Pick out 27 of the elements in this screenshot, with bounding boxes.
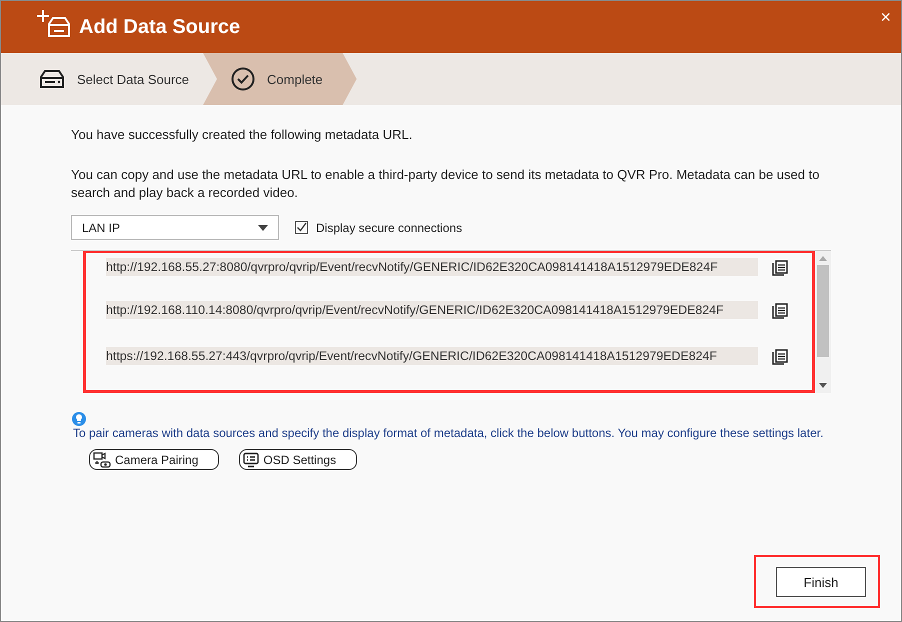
secure-checkbox[interactable]: Display secure connections: [295, 220, 462, 234]
tip-text: To pair cameras with data sources and specify the display format of metadata, click the below buttons. You may configure these settings later.: [73, 426, 824, 441]
check-circle-icon: [231, 67, 256, 91]
success-message: You have successfully created the following metadata URL.: [71, 127, 414, 142]
metadata-url: https://192.168.55.27:443/qvrpro/qvrip/Event/recvNotify/GENERIC/ID62E320CA098141418A1512979EDE824F: [106, 347, 758, 365]
step-label: Select Data Source: [77, 72, 190, 86]
metadata-url: http://192.168.110.14:8080/qvrpro/qvrip/Event/recvNotify/GENERIC/ID62E320CA098141418A1512979EDE824F: [106, 301, 758, 319]
lightbulb-icon: [72, 412, 86, 426]
scroll-down-icon[interactable]: [819, 383, 827, 388]
copy-button[interactable]: [772, 349, 788, 365]
step-label: Complete: [267, 72, 323, 86]
window-title: Add Data Source: [79, 16, 240, 38]
action-button[interactable]: Camera Pairing: [89, 449, 220, 470]
drive-icon: [39, 69, 65, 89]
close-button[interactable]: ×: [876, 5, 895, 30]
copy-button[interactable]: [772, 303, 788, 319]
metadata-url: http://192.168.55.27:8080/qvrpro/qvrip/Event/recvNotify/GENERIC/ID62E320CA098141418A1512979EDE824F: [106, 258, 758, 276]
action-button[interactable]: OSD Settings: [239, 449, 358, 470]
finish-button[interactable]: Finish: [776, 567, 866, 597]
add-drive-icon: [37, 10, 71, 38]
network-dropdown[interactable]: LAN IP: [71, 215, 279, 240]
copy-button[interactable]: [772, 260, 788, 276]
camera-pair-icon: [93, 452, 111, 468]
scrollbar[interactable]: [815, 251, 831, 393]
caret-icon: [258, 224, 268, 230]
monitor-icon: [243, 452, 260, 468]
description-text: You can copy and use the metadata URL to enable a third-party device to send its metadata to QVR Pro. Metadata can be used to search and play back a recorded video.: [71, 166, 820, 202]
